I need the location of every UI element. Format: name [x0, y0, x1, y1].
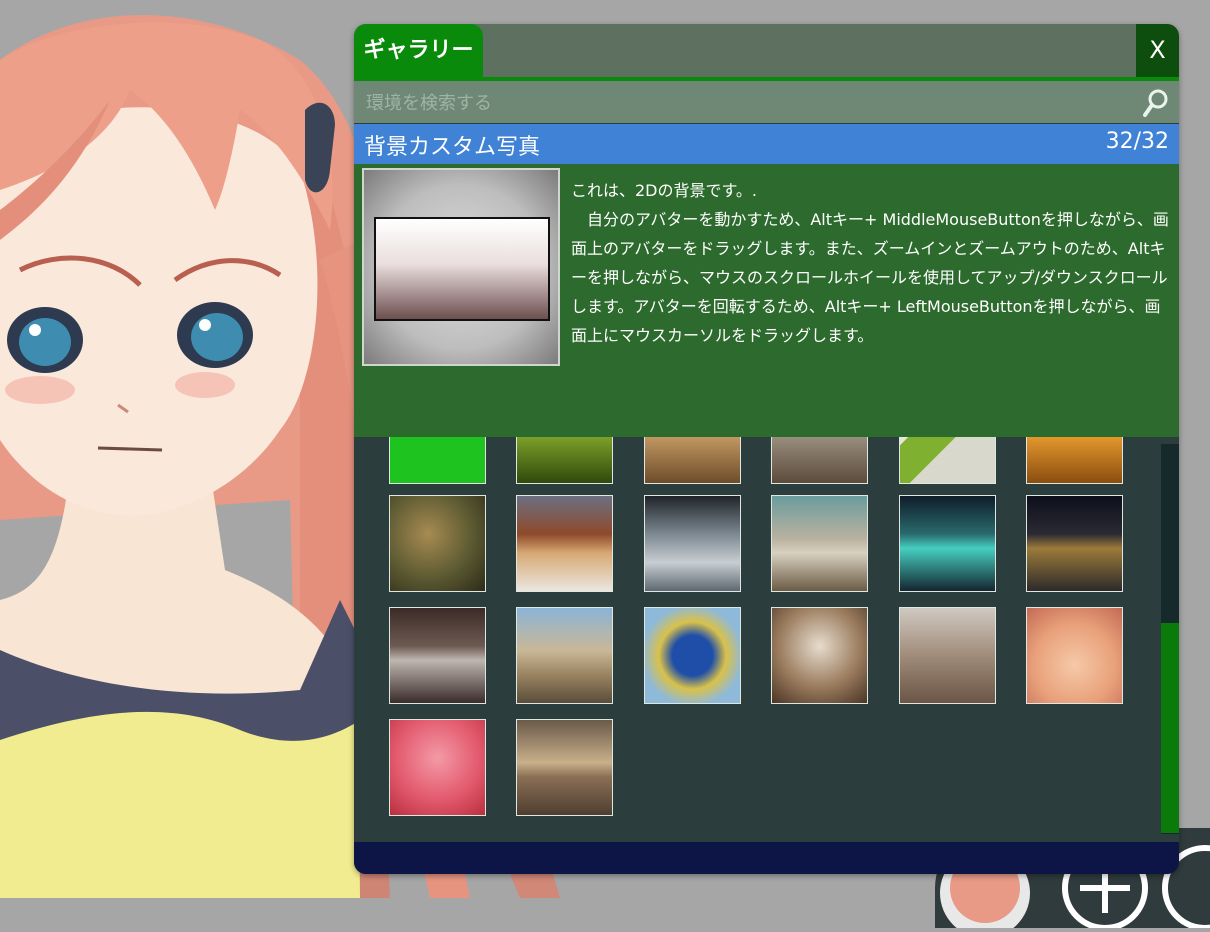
thumbnail-bare-trees-road[interactable] — [899, 607, 996, 704]
thumbnail-grid — [354, 437, 1179, 842]
thumbnail-green-screen[interactable] — [389, 437, 486, 484]
thumbnail-stage-lights[interactable] — [644, 495, 741, 592]
thumbnail-snowy-lodge[interactable] — [516, 495, 613, 592]
thumbnail-forest-moss[interactable] — [516, 437, 613, 484]
preview-frame — [374, 217, 550, 321]
tab-gallery[interactable]: ギャラリー — [354, 24, 483, 77]
thumbnail-arched-hall[interactable] — [771, 607, 868, 704]
detail-panel: これは、2Dの背景です。. 自分のアバターを動かすため、Altキー+ Middl… — [354, 164, 1179, 437]
thumbnail-hearts-balloons[interactable] — [1026, 607, 1123, 704]
thumbnail-pink-bokeh[interactable] — [389, 719, 486, 816]
search-input[interactable] — [364, 87, 1138, 119]
description-line-1: これは、2Dの背景です。. — [571, 181, 757, 200]
thumbnail-oktoberfest[interactable] — [644, 607, 741, 704]
thumbnail-old-street[interactable] — [516, 607, 613, 704]
thumbnail-trees-silhouette[interactable] — [389, 607, 486, 704]
thumbnail-wood-room[interactable] — [644, 437, 741, 484]
thumbnail-autumn-path[interactable] — [389, 495, 486, 592]
thumbnail-sunny-street[interactable] — [771, 495, 868, 592]
gallery-footer — [354, 842, 1179, 874]
detail-description: これは、2Dの背景です。. 自分のアバターを動かすため、Altキー+ Middl… — [571, 176, 1171, 350]
gallery-window: ギャラリー X 背景カスタム写真 32/32 これは、2Dの背景です。. 自分の… — [354, 24, 1179, 874]
search-bar — [354, 81, 1179, 123]
selected-preview-image — [362, 168, 560, 366]
close-button[interactable]: X — [1136, 24, 1179, 77]
search-icon[interactable] — [1143, 88, 1169, 118]
category-header: 背景カスタム写真 32/32 — [354, 124, 1179, 164]
description-line-2: 自分のアバターを動かすため、Altキー+ MiddleMouseButtonを押… — [571, 210, 1169, 345]
thumbnail-green-tiles[interactable] — [899, 437, 996, 484]
thumbnail-building-window[interactable] — [771, 437, 868, 484]
thumbnail-night-plaza[interactable] — [1026, 495, 1123, 592]
thumbnail-autumn-orange[interactable] — [1026, 437, 1123, 484]
thumbnail-neon-city[interactable] — [899, 495, 996, 592]
thumbnail-sunny-cafe[interactable] — [516, 719, 613, 816]
scrollbar-thumb[interactable] — [1161, 623, 1179, 833]
item-count: 32/32 — [1105, 129, 1169, 154]
category-title: 背景カスタム写真 — [364, 135, 541, 160]
